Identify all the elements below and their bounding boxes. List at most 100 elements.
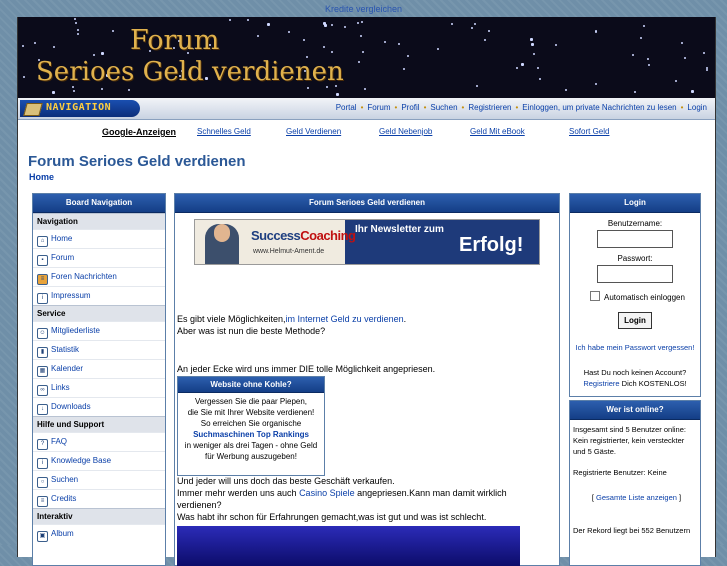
- sidebar-item-label[interactable]: Album: [51, 529, 74, 538]
- ad-link-geld-mit-ebook[interactable]: Geld Mit eBook: [470, 127, 525, 136]
- ad-link-geld-nebenjob[interactable]: Geld Nebenjob: [379, 127, 432, 136]
- full-list-link[interactable]: Gesamte Liste anzeigen: [596, 493, 677, 502]
- sidebar-item-album[interactable]: ▣ Album: [33, 524, 165, 543]
- sidebar-item-knowledge-base[interactable]: i Knowledge Base: [33, 451, 165, 470]
- sidebar-item-links[interactable]: ∞ Links: [33, 378, 165, 397]
- record-line: Der Rekord liegt bei 552 Benutzern: [573, 526, 691, 535]
- sidebar-item-forum[interactable]: ▪ Forum: [33, 248, 165, 267]
- paragraph-6: verdienen?: [177, 500, 222, 510]
- sidebar-item-label[interactable]: Forum: [51, 253, 74, 262]
- internet-geld-link[interactable]: im Internet Geld zu verdienen: [286, 314, 404, 324]
- auto-login-checkbox[interactable]: [590, 291, 600, 301]
- website-ad-box[interactable]: Website ohne Kohle? Vergessen Sie die pa…: [177, 376, 325, 476]
- star: [681, 42, 683, 44]
- star: [267, 23, 270, 26]
- section-service: Service: [33, 305, 165, 321]
- star: [407, 55, 409, 57]
- username-input[interactable]: [597, 230, 673, 248]
- sidebar-item-mitgliederliste[interactable]: ☺ Mitgliederliste: [33, 321, 165, 340]
- star: [640, 37, 642, 39]
- password-input[interactable]: [597, 265, 673, 283]
- nav-registrieren[interactable]: Registrieren: [468, 103, 511, 112]
- website-ad-line: in weniger als drei Tagen - ohne Geld: [184, 441, 318, 450]
- sidebar-item-downloads[interactable]: ↓ Downloads: [33, 397, 165, 416]
- page-container: Forum Serioes Geld verdienen NAVIGATION …: [17, 17, 716, 566]
- sidebar-item-label[interactable]: Knowledge Base: [51, 456, 111, 465]
- bullet-icon: •: [680, 103, 684, 112]
- nav-portal[interactable]: Portal: [336, 103, 357, 112]
- statistics-icon: ▮: [37, 347, 48, 358]
- sidebar-item-foren-nachrichten[interactable]: ≡ Foren Nachrichten: [33, 267, 165, 286]
- sidebar-item-label[interactable]: Foren Nachrichten: [51, 272, 117, 281]
- success-coaching-ad[interactable]: SuccessCoaching www.Helmut-Ament.de Ihr …: [194, 219, 540, 265]
- star: [565, 89, 567, 91]
- forgot-password-link[interactable]: Ich habe mein Passwort vergessen!: [570, 343, 700, 352]
- star: [403, 68, 405, 70]
- star: [101, 88, 103, 90]
- sidebar-item-label[interactable]: Statistik: [51, 345, 79, 354]
- casino-spiele-link[interactable]: Casino Spiele: [299, 488, 355, 498]
- p1-text: Es gibt viele Möglichkeiten,: [177, 314, 286, 324]
- sidebar-item-statistik[interactable]: ▮ Statistik: [33, 340, 165, 359]
- paragraph-2: Aber was ist nun die beste Methode?: [177, 326, 326, 336]
- google-ads-label[interactable]: Google-Anzeigen: [102, 127, 176, 137]
- website-ad-line: Vergessen Sie die paar Piepen,: [194, 397, 308, 406]
- sidebar-item-label[interactable]: Mitgliederliste: [51, 326, 100, 335]
- nav-suchen[interactable]: Suchen: [430, 103, 457, 112]
- register-link[interactable]: Registriere: [583, 379, 619, 388]
- banner-title-line2: Serioes Geld verdienen: [36, 57, 344, 87]
- content-image: [177, 526, 520, 566]
- nav-profil[interactable]: Profil: [401, 103, 419, 112]
- star: [77, 29, 79, 31]
- username-label: Benutzername:: [607, 219, 663, 228]
- star: [22, 45, 24, 47]
- breadcrumb-home[interactable]: Home: [29, 172, 54, 182]
- nav-forum[interactable]: Forum: [367, 103, 390, 112]
- login-button[interactable]: Login: [618, 312, 652, 329]
- board-navigation-title: Board Navigation: [33, 194, 165, 213]
- home-icon: ⌂: [37, 236, 48, 247]
- section-navigation: Navigation: [33, 213, 165, 229]
- online-line: Insgesamt sind 5 Benutzer online:: [573, 425, 686, 434]
- website-ad-body: Vergessen Sie die paar Piepen, die Sie m…: [178, 393, 324, 462]
- password-label: Passwort:: [617, 254, 653, 263]
- forgot-password-text[interactable]: Ich habe mein Passwort vergessen!: [576, 343, 695, 352]
- sidebar-item-faq[interactable]: ? FAQ: [33, 432, 165, 451]
- sidebar-item-label[interactable]: Kalender: [51, 364, 83, 373]
- star: [531, 43, 534, 46]
- credits-icon: ≡: [37, 496, 48, 507]
- sidebar-item-kalender[interactable]: ▦ Kalender: [33, 359, 165, 378]
- website-ad-line: für Werbung auszugeben!: [205, 452, 297, 461]
- nav-login[interactable]: Login: [687, 103, 707, 112]
- sidebar-item-suchen[interactable]: ○ Suchen: [33, 470, 165, 489]
- website-ad-title: Website ohne Kohle?: [178, 377, 324, 393]
- ad-link-schnelles-geld[interactable]: Schnelles Geld: [197, 127, 251, 136]
- sidebar-item-credits[interactable]: ≡ Credits: [33, 489, 165, 508]
- website-ad-line: So erreichen Sie organische: [200, 419, 302, 428]
- sidebar-item-label[interactable]: Suchen: [51, 475, 78, 484]
- star: [684, 57, 686, 59]
- sidebar-item-label[interactable]: Credits: [51, 494, 76, 503]
- sidebar-item-label[interactable]: FAQ: [51, 437, 67, 446]
- ad-brand-part1: Success: [251, 228, 301, 243]
- nav-einloggen[interactable]: Einloggen, um private Nachrichten zu les…: [522, 103, 676, 112]
- star: [488, 30, 490, 32]
- ad-link-geld-verdienen[interactable]: Geld Verdienen: [286, 127, 341, 136]
- website-ad-line: die Sie mit Ihrer Website verdienen!: [187, 408, 315, 417]
- sidebar-item-home[interactable]: ⌂ Home: [33, 229, 165, 248]
- sidebar-item-impressum[interactable]: i Impressum: [33, 286, 165, 305]
- star: [344, 26, 346, 28]
- top-ad-link[interactable]: Kredite vergleichen: [0, 4, 727, 14]
- online-line: und 5 Gäste.: [573, 447, 616, 456]
- star: [336, 93, 339, 96]
- link-icon: ∞: [37, 385, 48, 396]
- sidebar-item-label[interactable]: Home: [51, 234, 72, 243]
- sidebar-item-label[interactable]: Links: [51, 383, 70, 392]
- website-ad-highlight[interactable]: Suchmaschinen Top Rankings: [178, 429, 324, 440]
- calendar-icon: ▦: [37, 366, 48, 377]
- ad-link-sofort-geld[interactable]: Sofort Geld: [569, 127, 609, 136]
- ad-url: www.Helmut-Ament.de: [253, 248, 325, 255]
- star: [101, 52, 104, 55]
- sidebar-item-label[interactable]: Impressum: [51, 291, 91, 300]
- sidebar-item-label[interactable]: Downloads: [51, 402, 91, 411]
